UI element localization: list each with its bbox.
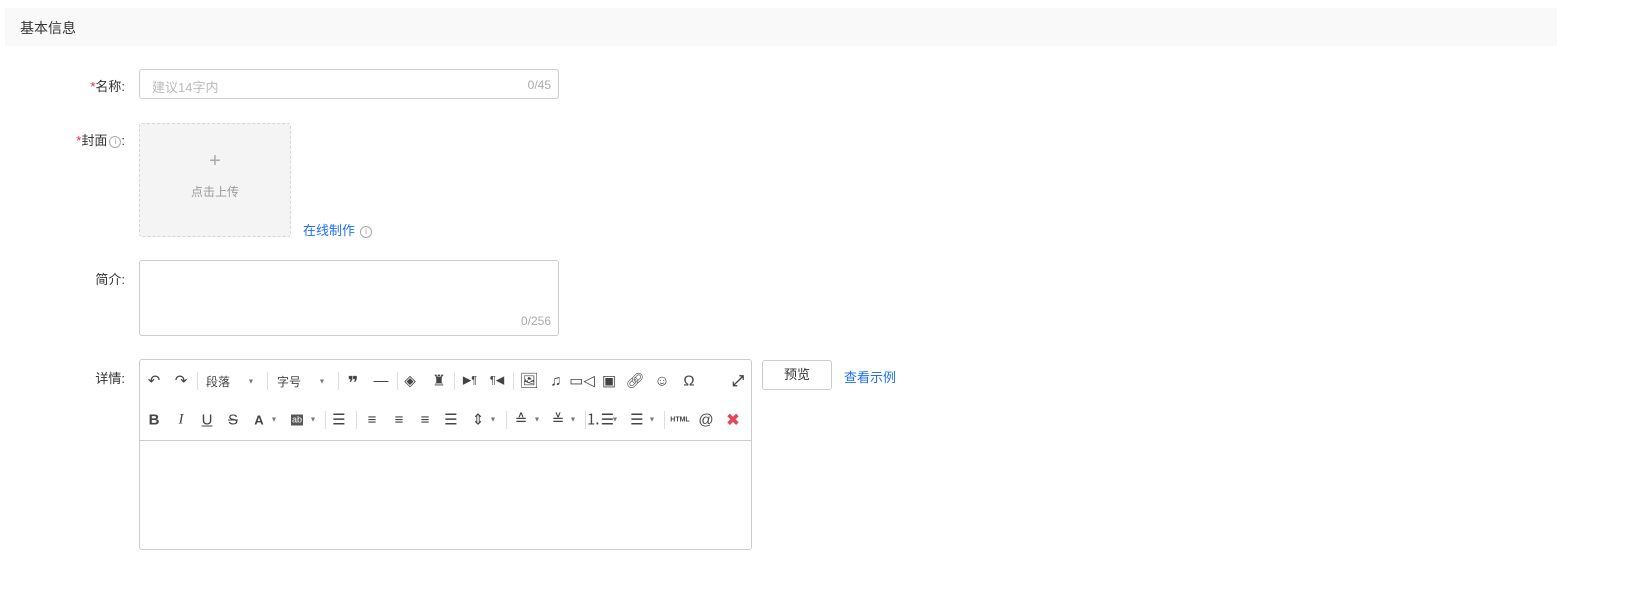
caret-down-icon[interactable]: ▼ bbox=[248, 379, 255, 386]
online-create-link[interactable]: 在线制作 bbox=[303, 223, 355, 238]
ordered-list-icon[interactable]: ⒈☰ bbox=[586, 413, 614, 428]
omega-icon[interactable]: Ω bbox=[683, 374, 694, 389]
align-right-icon[interactable]: ≡ bbox=[421, 413, 430, 428]
caret-down-icon[interactable]: ▼ bbox=[534, 417, 541, 424]
name-counter: 0/45 bbox=[527, 78, 551, 92]
rtl-icon[interactable]: ¶◀ bbox=[490, 375, 504, 387]
eraser-icon[interactable]: ◈ bbox=[404, 374, 416, 389]
upload-text: 点击上传 bbox=[190, 185, 239, 199]
indent-icon[interactable]: ☰ bbox=[332, 413, 345, 428]
cover-upload[interactable]: + 点击上传 bbox=[139, 123, 291, 237]
divider bbox=[454, 372, 455, 390]
rich-text-editor[interactable]: ↶ ↷ 段落 ▼ 字号 ▼ ❞ — ◈ ♜ ▶¶ ¶◀ 🖼︎ ♫ ▭◁ ▣ 🔗︎… bbox=[139, 359, 752, 550]
plugin-icon[interactable]: ✖ bbox=[726, 412, 740, 429]
divider bbox=[267, 372, 268, 390]
caret-down-icon[interactable]: ▼ bbox=[271, 417, 278, 424]
quote-icon[interactable]: ❞ bbox=[348, 374, 359, 392]
video-icon[interactable]: ▭◁ bbox=[569, 374, 595, 389]
font-size-select[interactable]: 字号 bbox=[277, 376, 301, 388]
cover-label: *封面 i: bbox=[76, 133, 125, 148]
paragraph-spacing-top-icon[interactable]: ≙ bbox=[515, 413, 528, 428]
divider bbox=[397, 372, 398, 390]
ltr-icon[interactable]: ▶¶ bbox=[463, 375, 477, 387]
section-title: 基本信息 bbox=[20, 20, 76, 36]
unordered-list-icon[interactable]: ☰ bbox=[630, 413, 643, 428]
align-justify-icon[interactable]: ☰ bbox=[444, 413, 457, 428]
underline-icon[interactable]: U bbox=[202, 413, 213, 428]
divider bbox=[664, 411, 665, 429]
info-icon[interactable]: i bbox=[360, 226, 373, 238]
caret-down-icon[interactable]: ▼ bbox=[319, 379, 326, 386]
online-create[interactable]: 在线制作 i bbox=[303, 220, 373, 239]
html-icon[interactable]: HTML bbox=[670, 417, 689, 424]
intro-textarea[interactable]: 0/256 bbox=[139, 260, 559, 336]
divider bbox=[506, 411, 507, 429]
divider bbox=[338, 372, 339, 390]
align-left-icon[interactable]: ≡ bbox=[368, 413, 377, 428]
link-icon[interactable]: 🔗︎ bbox=[625, 374, 644, 389]
divider bbox=[197, 372, 198, 390]
preview-button[interactable]: 预览 bbox=[762, 360, 832, 390]
background-color-icon[interactable]: ab bbox=[290, 414, 304, 426]
detail-label: 详情: bbox=[95, 371, 125, 386]
caret-down-icon[interactable]: ▼ bbox=[310, 417, 317, 424]
italic-icon[interactable]: I bbox=[179, 412, 184, 428]
divider bbox=[325, 411, 326, 429]
name-placeholder: 建议14字内 bbox=[152, 80, 219, 95]
line-height-icon[interactable]: ⇕ bbox=[472, 413, 485, 428]
section-header: 基本信息 bbox=[5, 8, 1557, 46]
media-icon[interactable]: ▣ bbox=[602, 374, 616, 389]
emoji-icon[interactable]: ☺ bbox=[654, 374, 669, 389]
name-label: *名称: bbox=[90, 79, 125, 94]
redo-icon[interactable]: ↷ bbox=[175, 374, 188, 389]
paragraph-select[interactable]: 段落 bbox=[206, 376, 230, 388]
intro-label: 简介: bbox=[95, 272, 125, 287]
strikethrough-icon[interactable]: S bbox=[228, 413, 238, 428]
paragraph-spacing-bottom-icon[interactable]: ≚ bbox=[552, 413, 565, 428]
plus-icon: + bbox=[209, 150, 221, 172]
fullscreen-icon[interactable]: ⤢ bbox=[732, 374, 744, 389]
intro-counter: 0/256 bbox=[520, 314, 551, 328]
undo-icon[interactable]: ↶ bbox=[148, 374, 161, 389]
divider bbox=[356, 411, 357, 429]
name-input[interactable]: 建议14字内 0/45 bbox=[139, 69, 559, 99]
caret-down-icon[interactable]: ▼ bbox=[570, 417, 577, 424]
editor-toolbar: ↶ ↷ 段落 ▼ 字号 ▼ ❞ — ◈ ♜ ▶¶ ¶◀ 🖼︎ ♫ ▭◁ ▣ 🔗︎… bbox=[140, 360, 751, 441]
caret-down-icon[interactable]: ▼ bbox=[612, 417, 619, 424]
horizontal-rule-icon[interactable]: — bbox=[374, 374, 389, 389]
caret-down-icon[interactable]: ▼ bbox=[490, 417, 497, 424]
at-icon[interactable]: @ bbox=[698, 413, 713, 428]
view-example-link[interactable]: 查看示例 bbox=[844, 367, 896, 386]
info-icon[interactable]: i bbox=[109, 136, 122, 148]
format-brush-icon[interactable]: ♜ bbox=[432, 374, 445, 389]
music-icon[interactable]: ♫ bbox=[550, 374, 561, 389]
align-center-icon[interactable]: ≡ bbox=[395, 413, 404, 428]
caret-down-icon[interactable]: ▼ bbox=[649, 417, 656, 424]
image-icon[interactable]: 🖼︎ bbox=[519, 374, 538, 389]
font-color-icon[interactable]: A bbox=[254, 414, 263, 427]
bold-icon[interactable]: B bbox=[149, 413, 160, 428]
divider bbox=[513, 372, 514, 390]
